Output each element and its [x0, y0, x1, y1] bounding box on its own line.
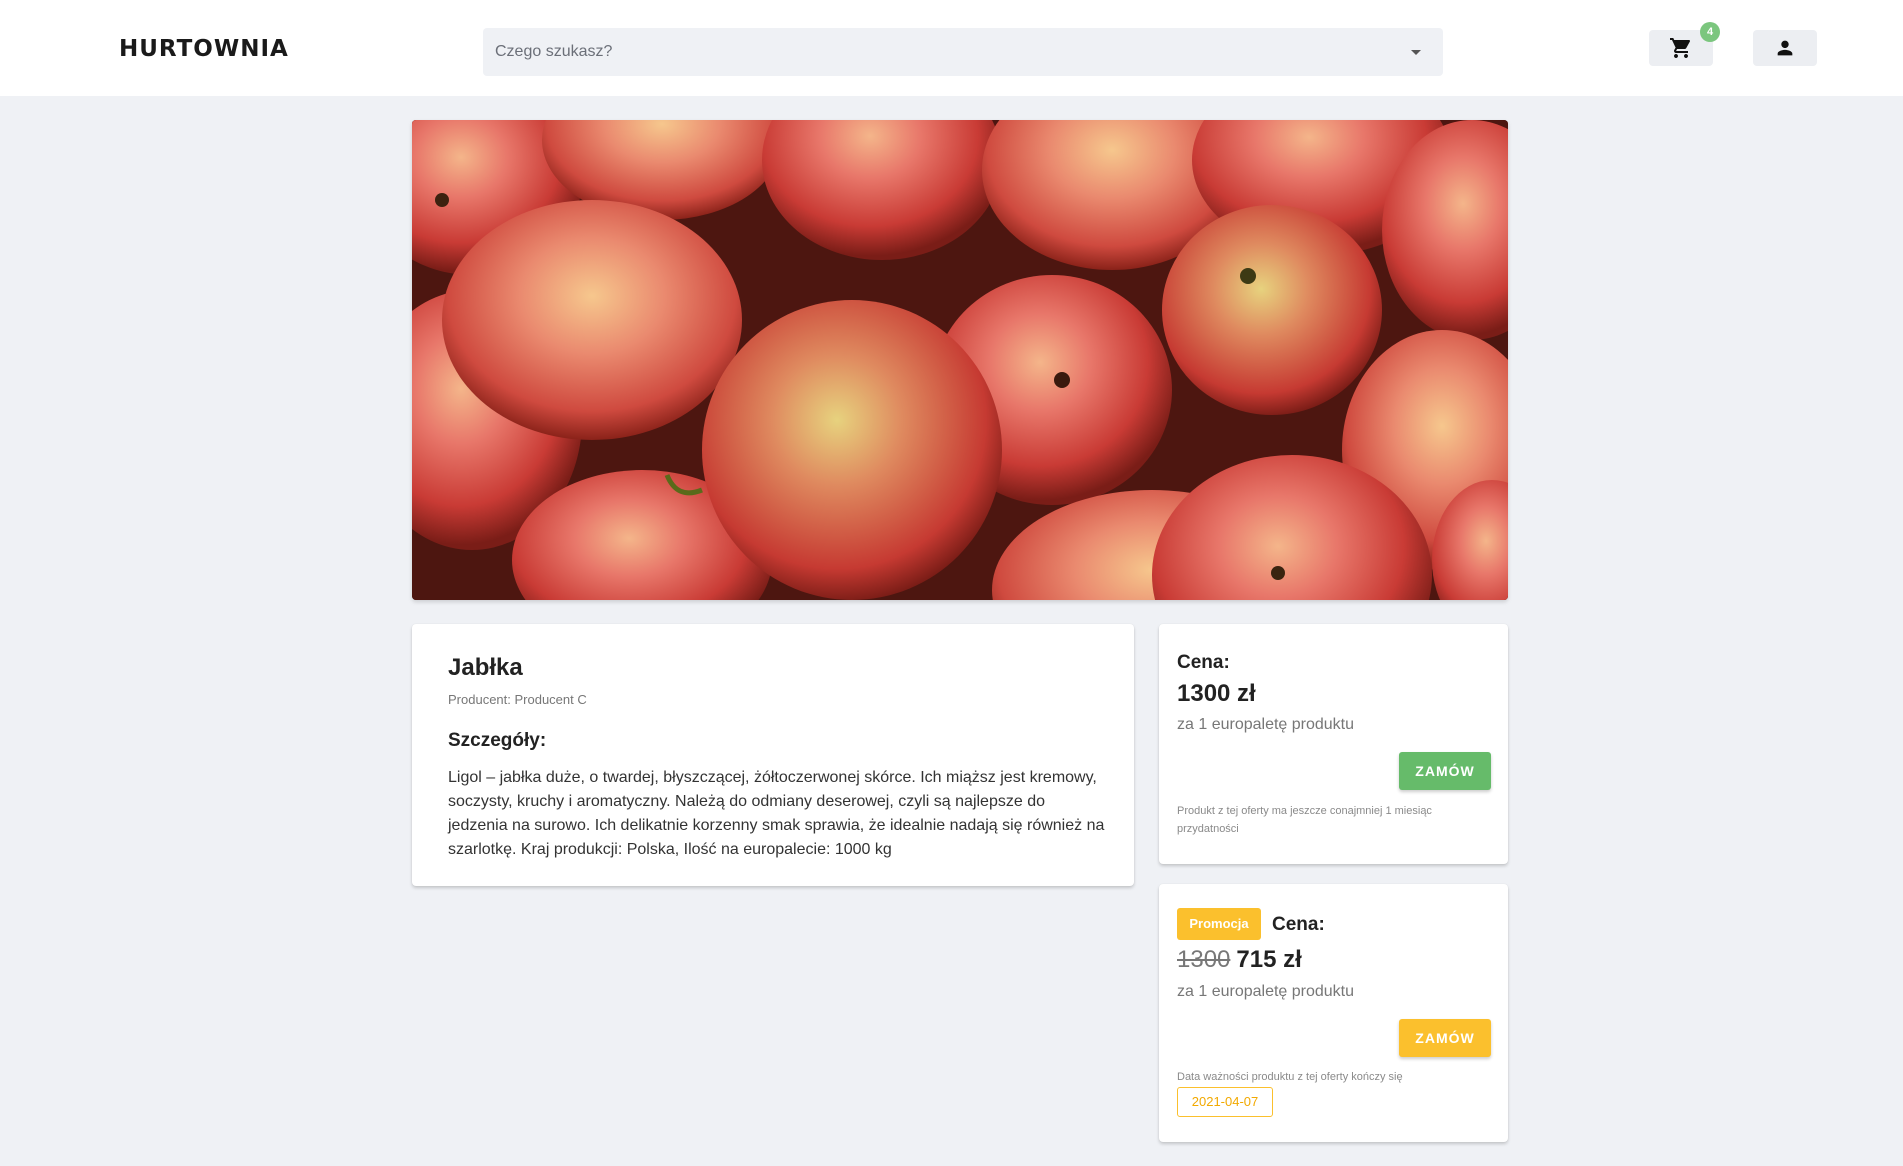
new-price: 715 zł	[1236, 946, 1302, 973]
promo-offer-card: Promocja Cena: 1300 715 zł za 1 europalet…	[1159, 884, 1508, 1142]
search-input[interactable]: Czego szukasz?	[483, 28, 1443, 76]
expiry-note: Data ważności produktu z tej oferty końc…	[1177, 1071, 1403, 1083]
promo-badge: Promocja	[1177, 908, 1261, 940]
order-button[interactable]: ZAMÓW	[1399, 1019, 1491, 1057]
order-button[interactable]: ZAMÓW	[1399, 752, 1491, 790]
dropdown-caret-icon[interactable]	[1411, 50, 1421, 55]
search-placeholder: Czego szukasz?	[495, 43, 613, 60]
price-label: Cena:	[1272, 914, 1325, 935]
person-icon	[1777, 40, 1793, 56]
price-value: 1300 zł	[1177, 680, 1256, 707]
cart-count-badge: 4	[1700, 22, 1720, 42]
product-image	[412, 120, 1508, 600]
producer-label: Producent: Producent C	[448, 692, 587, 707]
price-unit: za 1 europaletę produktu	[1177, 716, 1355, 733]
logo[interactable]: HURTOWNIA	[119, 36, 289, 62]
product-name: Jabłka	[448, 654, 523, 681]
top-bar: HURTOWNIA Czego szukasz? 4	[0, 0, 1903, 96]
product-description-card: Jabłka Producent: Producent C Szczegóły:…	[412, 624, 1134, 886]
details-heading: Szczegóły:	[448, 730, 547, 751]
expiry-date-chip: 2021-04-07	[1177, 1087, 1273, 1117]
old-price: 1300	[1177, 946, 1231, 973]
product-description: Ligol – jabłka duże, o twardej, błyszczą…	[448, 769, 1105, 858]
freshness-note: Produkt z tej oferty ma jeszcze conajmni…	[1177, 805, 1432, 835]
cart-icon	[1670, 38, 1691, 58]
offer-card: Cena: 1300 zł za 1 europaletę produktu Z…	[1159, 624, 1508, 864]
promo-price: 1300 715 zł	[1177, 946, 1302, 974]
apples-photo	[412, 120, 1508, 600]
price-label: Cena:	[1177, 652, 1230, 673]
account-button[interactable]	[1753, 30, 1817, 66]
price-unit: za 1 europaletę produktu	[1177, 983, 1355, 1000]
